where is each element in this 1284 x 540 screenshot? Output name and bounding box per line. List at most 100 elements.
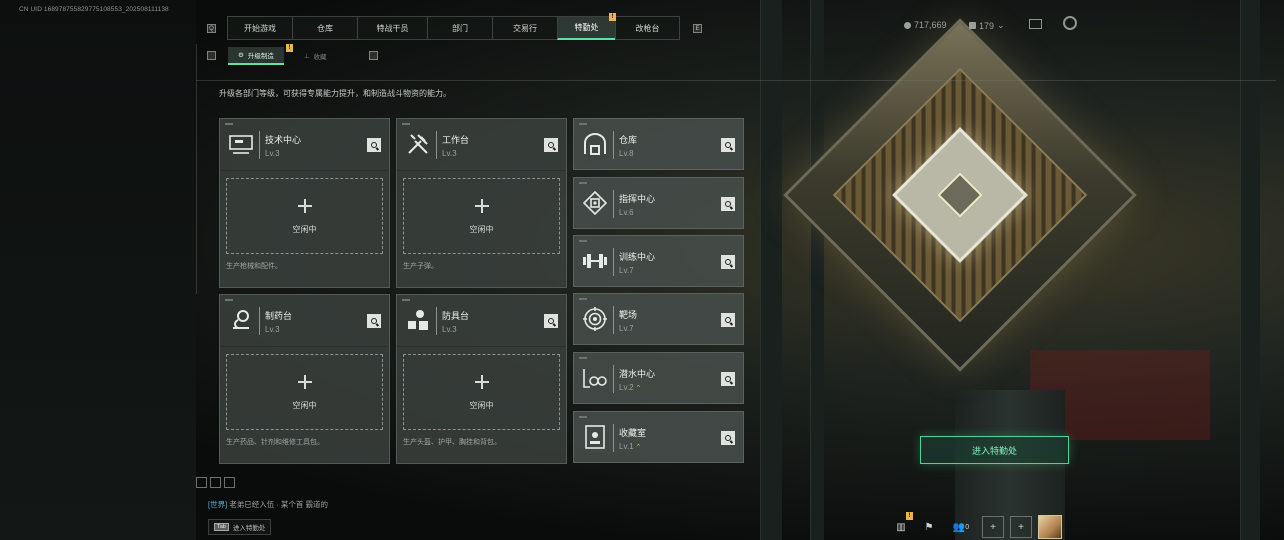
card-title: 工作台: [442, 135, 470, 145]
top-bar: CN UID 168978755829775108553_20250811113…: [0, 0, 1284, 44]
production-card-armor-bench[interactable]: 防具台 Lv.3 空闲中 生产头盔、护甲、胸挂和背包。: [396, 294, 567, 464]
warehouse-icon: [581, 131, 609, 157]
friends-icon: 👥: [952, 521, 966, 533]
slot-status: 空闲中: [292, 225, 317, 234]
card-footer: 生产头盔、护甲、胸挂和背包。: [403, 439, 501, 446]
next-tab-e-key[interactable]: E: [693, 24, 702, 33]
gear-icon[interactable]: [1063, 16, 1077, 30]
plus-icon: [297, 199, 312, 213]
sub-tabs: ⚙ 升级制造 ⊥ 收藏: [228, 47, 337, 65]
coin-amount: 717,669: [914, 20, 947, 30]
separator: [436, 131, 437, 159]
facility-level: Lv.6: [619, 208, 634, 217]
tab-key-hint[interactable]: Tab 进入特勤处: [208, 519, 272, 535]
separator: [613, 365, 614, 393]
card-title: 技术中心: [265, 135, 302, 145]
search-icon[interactable]: [367, 314, 381, 328]
card-header: 防具台 Lv.3: [397, 295, 566, 347]
mail-icon[interactable]: [1029, 19, 1042, 29]
facility-name: 训练中心: [619, 252, 656, 262]
tab-department[interactable]: 部门: [427, 16, 492, 40]
search-icon[interactable]: [544, 138, 558, 152]
facility-command-center[interactable]: 指挥中心 Lv.6: [573, 177, 744, 229]
chat-tab[interactable]: [224, 477, 235, 488]
facility-level: Lv.7: [619, 324, 634, 333]
chat-channel: [世界]: [208, 500, 228, 509]
chat-tab[interactable]: [210, 477, 221, 488]
corner-tick: [402, 299, 410, 301]
facility-level: Lv.1 ⌃: [619, 442, 641, 451]
search-icon[interactable]: [721, 431, 735, 445]
friends-button[interactable]: 👥 0: [946, 516, 976, 538]
facility-shooting-range[interactable]: 靶场 Lv.7: [573, 293, 744, 345]
tab-market[interactable]: 交易行: [492, 16, 557, 40]
dumbbell-icon: [581, 248, 609, 274]
next-subtab-key[interactable]: [369, 51, 378, 60]
card-level: Lv.3: [442, 325, 457, 334]
plus-icon: [474, 375, 489, 389]
separator: [259, 307, 260, 335]
flag-icon[interactable]: ⚑: [918, 516, 940, 538]
production-slot[interactable]: 空闲中: [403, 354, 560, 430]
search-icon[interactable]: [721, 255, 735, 269]
facility-warehouse[interactable]: 仓库 Lv.8: [573, 118, 744, 170]
divider-line-vertical: [196, 44, 197, 294]
tab-warehouse[interactable]: 仓库: [292, 16, 357, 40]
subtab-label: 收藏: [313, 54, 327, 61]
chat-tab[interactable]: [196, 477, 207, 488]
plus-icon: [297, 375, 312, 389]
subtab-alert-badge: !: [286, 44, 293, 52]
chevron-down-icon: ⌄: [997, 20, 1005, 30]
search-icon[interactable]: [721, 313, 735, 327]
production-slot[interactable]: 空闲中: [226, 178, 383, 254]
card-level: Lv.3: [265, 325, 280, 334]
prev-subtab-key[interactable]: [207, 51, 216, 60]
facility-name: 指挥中心: [619, 194, 656, 204]
search-icon[interactable]: [721, 138, 735, 152]
currency-tickets[interactable]: 179 ⌄: [969, 20, 1005, 31]
prev-tab-q-key[interactable]: Q: [207, 24, 216, 33]
facility-collection-room[interactable]: 收藏室 Lv.1 ⌃: [573, 411, 744, 463]
enter-special-ops-button[interactable]: 进入特勤处: [920, 436, 1069, 464]
add-icon[interactable]: +: [1010, 516, 1032, 538]
currency-coins[interactable]: 717,669: [904, 20, 947, 30]
friends-count: 0: [965, 523, 970, 531]
uid-label: CN UID 168978755829775108553_20250811113…: [19, 6, 169, 13]
search-icon[interactable]: [721, 372, 735, 386]
chat-line[interactable]: [世界] 老弟已经入伍 · 某个首 霸道的: [208, 499, 328, 510]
add-icon[interactable]: +: [982, 516, 1004, 538]
tab-alert-badge: !: [609, 13, 616, 21]
production-slot[interactable]: 空闲中: [226, 354, 383, 430]
tab-start-game[interactable]: 开始游戏: [227, 16, 292, 40]
production-card-tech-center[interactable]: 技术中心 Lv.3 空闲中 生产枪械和配件。: [219, 118, 390, 288]
facility-name: 仓库: [619, 135, 638, 145]
facility-level: Lv.8: [619, 149, 634, 158]
chat-tab-squares: [196, 477, 235, 488]
subtab-upgrade-craft[interactable]: ⚙ 升级制造: [228, 47, 284, 65]
search-icon[interactable]: [367, 138, 381, 152]
subtab-collection[interactable]: ⊥ 收藏: [294, 47, 337, 65]
facility-training-center[interactable]: 训练中心 Lv.7: [573, 235, 744, 287]
search-icon[interactable]: [721, 197, 735, 211]
corner-tick: [225, 299, 233, 301]
production-slot[interactable]: 空闲中: [403, 178, 560, 254]
corner-tick: [225, 123, 233, 125]
tab-special-ops[interactable]: 特勤处: [557, 16, 615, 40]
facility-diving-center[interactable]: 潜水中心 Lv.2 ⌃: [573, 352, 744, 404]
search-icon[interactable]: [544, 314, 558, 328]
tools-icon: [404, 131, 432, 157]
avatar[interactable]: [1038, 515, 1062, 539]
production-card-pharmacy[interactable]: 制药台 Lv.3 空闲中 生产药品、针剂和维修工具包。: [219, 294, 390, 464]
corner-tick: [579, 182, 587, 184]
tab-operators[interactable]: 特战干员: [357, 16, 427, 40]
target-icon: [581, 306, 609, 332]
bottom-toolbar: ▥ ⚑ 👥 0 + +: [890, 515, 1062, 539]
slot-status: 空闲中: [469, 401, 494, 410]
production-card-workbench[interactable]: 工作台 Lv.3 空闲中 生产子弹。: [396, 118, 567, 288]
separator: [613, 190, 614, 218]
divider-line: [196, 80, 1276, 81]
separator: [436, 307, 437, 335]
facility-name: 潜水中心: [619, 369, 656, 379]
tab-gunsmith[interactable]: 改枪台: [615, 16, 680, 40]
facility-level: Lv.2 ⌃: [619, 383, 641, 392]
